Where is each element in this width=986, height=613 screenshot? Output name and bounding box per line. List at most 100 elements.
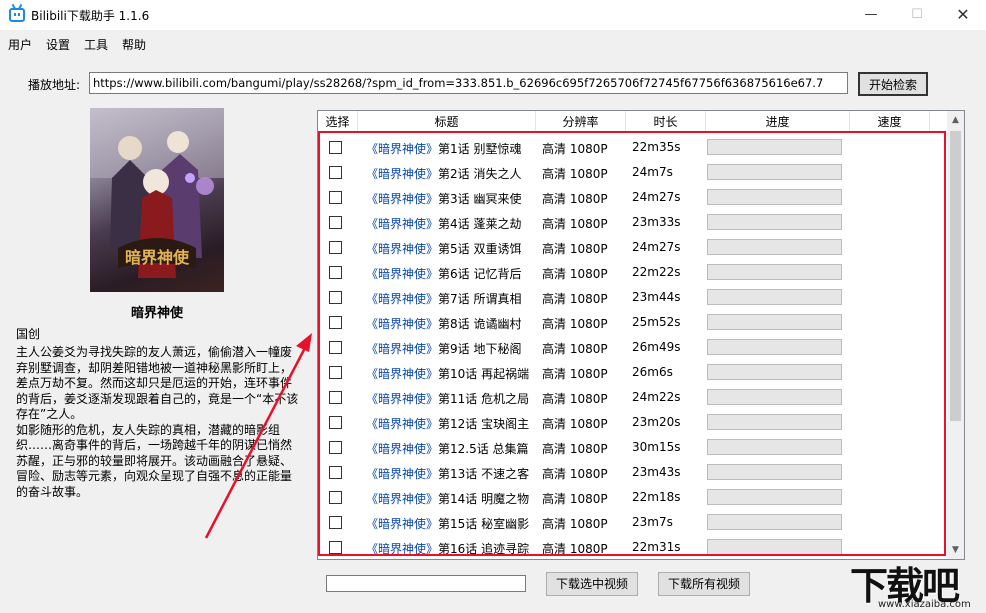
table-row[interactable]: 《暗界神使》第12.5话 总集篇 高清 1080P 30m15s: [318, 436, 949, 461]
menu-tools[interactable]: 工具: [84, 36, 108, 53]
select-checkbox[interactable]: [329, 491, 342, 504]
series-name: 《暗界神使》: [366, 467, 439, 481]
episode-name: 第14话 明魔之物: [438, 492, 530, 506]
table-row[interactable]: 《暗界神使》第2话 消失之人 高清 1080P 24m7s: [318, 161, 949, 186]
table-row[interactable]: 《暗界神使》第3话 幽冥来使 高清 1080P 24m27s: [318, 186, 949, 211]
episode-title: 《暗界神使》第6话 记忆背后: [366, 265, 521, 282]
table-row[interactable]: 《暗界神使》第10话 再起祸端 高清 1080P 26m6s: [318, 361, 949, 386]
episode-duration: 23m7s: [632, 515, 673, 529]
select-checkbox[interactable]: [329, 316, 342, 329]
select-checkbox[interactable]: [329, 541, 342, 554]
series-name: 《暗界神使》: [366, 167, 439, 181]
status-field[interactable]: [326, 575, 526, 592]
progress-bar: [707, 439, 842, 455]
select-checkbox[interactable]: [329, 366, 342, 379]
episode-list[interactable]: 选择 标题 分辨率 时长 进度 速度 《暗界神使》第1话 别墅惊魂 高清 1080…: [317, 110, 965, 560]
episode-name: 第5话 双重诱饵: [438, 242, 522, 256]
vertical-scrollbar[interactable]: ▲ ▼: [947, 111, 964, 559]
episode-duration: 22m31s: [632, 540, 681, 554]
close-button[interactable]: ✕: [940, 0, 986, 30]
series-name: 《暗界神使》: [366, 267, 439, 281]
episode-name: 第10话 再起祸端: [438, 367, 530, 381]
address-input[interactable]: https://www.bilibili.com/bangumi/play/ss…: [89, 72, 848, 94]
select-checkbox[interactable]: [329, 166, 342, 179]
progress-bar: [707, 239, 842, 255]
select-checkbox[interactable]: [329, 466, 342, 479]
table-row[interactable]: 《暗界神使》第14话 明魔之物 高清 1080P 22m18s: [318, 486, 949, 511]
select-checkbox[interactable]: [329, 416, 342, 429]
episode-name: 第16话 追迹寻踪: [438, 542, 530, 556]
table-row[interactable]: 《暗界神使》第11话 危机之局 高清 1080P 24m22s: [318, 386, 949, 411]
maximize-button[interactable]: ☐: [894, 0, 940, 30]
start-search-button[interactable]: 开始检索: [858, 72, 928, 96]
col-resolution[interactable]: 分辨率: [536, 111, 626, 133]
episode-title: 《暗界神使》第12话 宝玦阁主: [366, 415, 529, 432]
menu-help[interactable]: 帮助: [122, 36, 146, 53]
series-name: 《暗界神使》: [366, 367, 439, 381]
episode-title: 《暗界神使》第2话 消失之人: [366, 165, 521, 182]
menu-bar: 用户 设置 工具 帮助: [0, 30, 986, 56]
episode-duration: 23m43s: [632, 465, 681, 479]
menu-settings[interactable]: 设置: [46, 36, 70, 53]
select-checkbox[interactable]: [329, 191, 342, 204]
episode-resolution: 高清 1080P: [542, 192, 608, 206]
table-row[interactable]: 《暗界神使》第1话 别墅惊魂 高清 1080P 22m35s: [318, 136, 949, 161]
episode-duration: 24m27s: [632, 240, 681, 254]
col-title[interactable]: 标题: [358, 111, 536, 133]
minimize-button[interactable]: —: [848, 0, 894, 30]
table-row[interactable]: 《暗界神使》第15话 秘室幽影 高清 1080P 23m7s: [318, 511, 949, 536]
col-select[interactable]: 选择: [318, 111, 358, 133]
scrollbar-thumb[interactable]: [950, 131, 961, 421]
col-duration[interactable]: 时长: [626, 111, 706, 133]
episode-duration: 30m15s: [632, 440, 681, 454]
episode-name: 第4话 蓬莱之劫: [438, 217, 522, 231]
anime-region: 国创: [16, 327, 41, 341]
episode-title: 《暗界神使》第15话 秘室幽影: [366, 515, 529, 532]
table-row[interactable]: 《暗界神使》第12话 宝玦阁主 高清 1080P 23m20s: [318, 411, 949, 436]
menu-user[interactable]: 用户: [8, 36, 32, 53]
select-checkbox[interactable]: [329, 341, 342, 354]
scroll-down-icon[interactable]: ▼: [951, 546, 960, 555]
series-name: 《暗界神使》: [366, 142, 439, 156]
table-row[interactable]: 《暗界神使》第7话 所谓真相 高清 1080P 23m44s: [318, 286, 949, 311]
anime-title: 暗界神使: [130, 306, 183, 321]
window-title: Bilibili下载助手 1.1.6: [31, 9, 150, 23]
download-selected-button[interactable]: 下载选中视频: [546, 572, 638, 596]
episode-title: 《暗界神使》第11话 危机之局: [366, 390, 529, 407]
episode-resolution: 高清 1080P: [542, 517, 608, 531]
episode-resolution: 高清 1080P: [542, 292, 608, 306]
select-checkbox[interactable]: [329, 266, 342, 279]
table-row[interactable]: 《暗界神使》第6话 记忆背后 高清 1080P 22m22s: [318, 261, 949, 286]
col-progress[interactable]: 进度: [706, 111, 850, 133]
table-row[interactable]: 《暗界神使》第13话 不速之客 高清 1080P 23m43s: [318, 461, 949, 486]
table-row[interactable]: 《暗界神使》第5话 双重诱饵 高清 1080P 24m27s: [318, 236, 949, 261]
episode-duration: 24m7s: [632, 165, 673, 179]
episode-name: 第15话 秘室幽影: [438, 517, 530, 531]
episode-name: 第2话 消失之人: [438, 167, 522, 181]
table-row[interactable]: 《暗界神使》第4话 蓬莱之劫 高清 1080P 23m33s: [318, 211, 949, 236]
table-row[interactable]: 《暗界神使》第8话 诡谲幽村 高清 1080P 25m52s: [318, 311, 949, 336]
select-checkbox[interactable]: [329, 216, 342, 229]
select-checkbox[interactable]: [329, 141, 342, 154]
scroll-up-icon[interactable]: ▲: [951, 116, 960, 125]
col-speed[interactable]: 速度: [850, 111, 930, 133]
select-checkbox[interactable]: [329, 441, 342, 454]
select-checkbox[interactable]: [329, 516, 342, 529]
episode-title: 《暗界神使》第5话 双重诱饵: [366, 240, 521, 257]
episode-duration: 22m35s: [632, 140, 681, 154]
episode-resolution: 高清 1080P: [542, 542, 608, 556]
table-row[interactable]: 《暗界神使》第9话 地下秘阁 高清 1080P 26m49s: [318, 336, 949, 361]
episode-title: 《暗界神使》第4话 蓬莱之劫: [366, 215, 521, 232]
select-checkbox[interactable]: [329, 241, 342, 254]
series-name: 《暗界神使》: [366, 517, 439, 531]
episode-title: 《暗界神使》第8话 诡谲幽村: [366, 315, 521, 332]
episode-resolution: 高清 1080P: [542, 442, 608, 456]
episode-duration: 22m22s: [632, 265, 681, 279]
select-checkbox[interactable]: [329, 291, 342, 304]
select-checkbox[interactable]: [329, 391, 342, 404]
episode-title: 《暗界神使》第10话 再起祸端: [366, 365, 529, 382]
progress-bar: [707, 314, 842, 330]
download-all-button[interactable]: 下载所有视频: [658, 572, 750, 596]
episode-name: 第6话 记忆背后: [438, 267, 522, 281]
episode-resolution: 高清 1080P: [542, 492, 608, 506]
